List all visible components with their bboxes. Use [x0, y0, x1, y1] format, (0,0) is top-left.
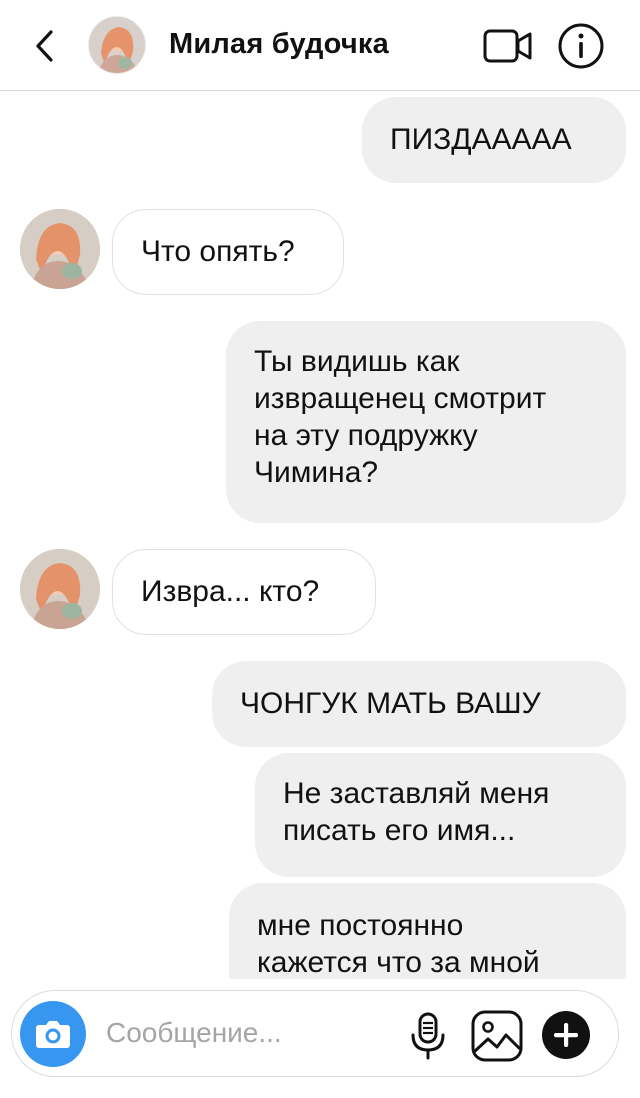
plus-icon [542, 1011, 590, 1059]
contact-avatar[interactable] [88, 16, 146, 74]
message-text: Извра... кто? [141, 575, 320, 608]
message-thread[interactable]: ПИЗДААААА Что опять? Ты видишь как извра… [0, 91, 640, 979]
info-button[interactable] [557, 22, 605, 70]
message-line: кажется что за мной [257, 946, 540, 979]
message-line: Чимина? [254, 456, 379, 489]
chevron-left-icon [36, 30, 53, 62]
message-text: ЧОНГУК МАТЬ ВАШУ [240, 687, 541, 720]
message-text: Что опять? [141, 235, 295, 268]
chat-title[interactable]: Милая будочка [169, 28, 389, 61]
microphone-button[interactable] [406, 1011, 450, 1061]
message-bubble-sent[interactable]: Не заставляй меня писать его имя... [255, 753, 626, 877]
message-line: на эту подружку [254, 419, 478, 452]
message-text: ПИЗДААААА [390, 123, 572, 156]
avatar-photo [20, 549, 100, 629]
gallery-button[interactable] [468, 1007, 526, 1065]
message-line: Не заставляй меня [283, 777, 550, 810]
message-composer [11, 990, 619, 1077]
microphone-icon [411, 1012, 445, 1060]
message-bubble-received[interactable]: Извра... кто? [112, 549, 376, 635]
message-bubble-sent[interactable]: Ты видишь как извращенец смотрит на эту … [226, 321, 626, 523]
message-line: мне постоянно [257, 909, 464, 942]
plus-button[interactable] [540, 1009, 592, 1061]
message-line: извращенец смотрит [254, 382, 547, 415]
chat-header: Милая будочка [0, 0, 640, 91]
avatar-photo [89, 17, 145, 73]
message-line: Ты видишь как [254, 345, 460, 378]
back-button[interactable] [26, 26, 66, 66]
info-icon [558, 23, 604, 69]
gallery-icon [471, 1010, 523, 1062]
message-bubble-received[interactable]: Что опять? [112, 209, 344, 295]
camera-button[interactable] [20, 1001, 86, 1067]
message-bubble-sent[interactable]: мне постоянно кажется что за мной [229, 883, 626, 979]
avatar-photo [20, 209, 100, 289]
message-input[interactable] [106, 1014, 396, 1052]
contact-avatar-small[interactable] [20, 549, 100, 629]
video-call-icon [483, 29, 532, 63]
message-line: писать его имя... [283, 814, 516, 847]
camera-icon [36, 1021, 70, 1048]
video-call-button[interactable] [482, 26, 534, 66]
message-bubble-sent[interactable]: ЧОНГУК МАТЬ ВАШУ [212, 661, 626, 747]
message-bubble-sent[interactable]: ПИЗДААААА [362, 97, 626, 183]
contact-avatar-small[interactable] [20, 209, 100, 289]
